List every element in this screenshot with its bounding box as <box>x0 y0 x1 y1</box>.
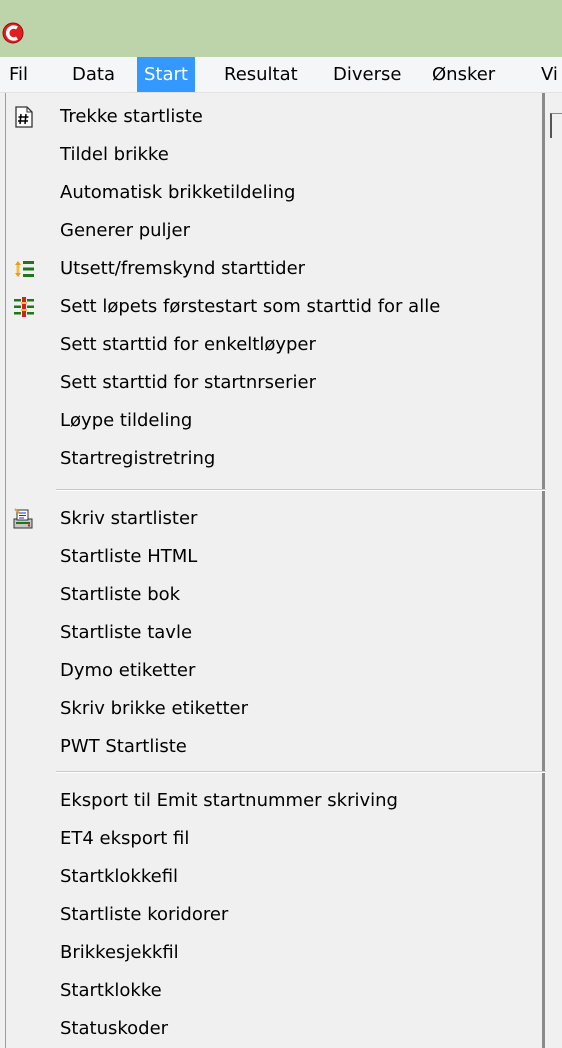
menu-item-label: Startklokke <box>60 980 162 1001</box>
menu-diverse[interactable]: Diverse <box>326 57 408 92</box>
menu-item-startklokke[interactable]: Startklokke <box>6 972 540 1010</box>
menu-item-label: Generer puljer <box>60 220 191 241</box>
menu-item-skriv-brikke-etiketter[interactable]: Skriv brikke etiketter <box>6 690 540 728</box>
menu-vi[interactable]: Vi <box>534 57 562 92</box>
menu-item-brikkesjekkfil[interactable]: Brikkesjekkfil <box>6 934 540 972</box>
app-logo-icon[interactable] <box>2 22 24 44</box>
menu-item-utsett-fremskynd[interactable]: Utsett/fremskynd starttider <box>6 250 540 288</box>
background-window <box>545 93 562 1048</box>
first-start-icon <box>14 297 34 317</box>
menu-item-label: PWT Startliste <box>60 736 187 757</box>
menu-item-label: Startliste HTML <box>60 546 198 567</box>
menu-item-label: Brikkesjekkfil <box>60 942 179 963</box>
menu-item-label: Utsett/fremskynd starttider <box>60 258 306 279</box>
hash-document-icon <box>15 106 33 128</box>
menu-item-automatisk-brikketildeling[interactable]: Automatisk brikketildeling <box>6 174 540 212</box>
menu-item-sett-starttid-startnrserier[interactable]: Sett starttid for startnrserier <box>6 364 540 402</box>
menu-item-tildel-brikke[interactable]: Tildel brikke <box>6 136 540 174</box>
menu-item-label: Tildel brikke <box>60 144 169 165</box>
menu-item-loype-tildeling[interactable]: Løype tildeling <box>6 402 540 440</box>
menu-item-sett-forstestart[interactable]: Sett løpets førstestart som starttid for… <box>6 288 540 326</box>
menu-item-label: Løype tildeling <box>60 410 193 431</box>
menu-item-label: Trekke startliste <box>60 106 203 127</box>
menu-item-statuskoder[interactable]: Statuskoder <box>6 1010 540 1048</box>
menu-item-label: Startliste bok <box>60 584 181 605</box>
menu-data[interactable]: Data <box>65 57 122 92</box>
menu-onsker[interactable]: Ønsker <box>425 57 502 92</box>
menu-item-label: Sett starttid for enkeltløyper <box>60 334 316 355</box>
menu-separator <box>56 489 546 491</box>
menu-item-generer-puljer[interactable]: Generer puljer <box>6 212 540 250</box>
menu-item-label: Startliste tavle <box>60 622 193 643</box>
menu-item-label: ET4 eksport fil <box>60 828 190 849</box>
menu-fil[interactable]: Fil <box>2 57 35 92</box>
menu-item-startliste-html[interactable]: Startliste HTML <box>6 538 540 576</box>
menu-item-dymo-etiketter[interactable]: Dymo etiketter <box>6 652 540 690</box>
menu-bar: Fil Data Start Resultat Diverse Ønsker V… <box>0 57 562 93</box>
menu-item-startklokkefil[interactable]: Startklokkefil <box>6 858 540 896</box>
menu-separator <box>56 771 546 773</box>
menu-item-startregistretring[interactable]: Startregistretring <box>6 440 540 478</box>
menu-item-label: Statuskoder <box>60 1018 169 1039</box>
menu-item-label: Automatisk brikketildeling <box>60 182 296 203</box>
menu-item-startliste-tavle[interactable]: Startliste tavle <box>6 614 540 652</box>
menu-item-label: Skriv startlister <box>60 508 198 529</box>
background-control <box>550 113 562 138</box>
menu-item-startliste-koridorer[interactable]: Startliste koridorer <box>6 896 540 934</box>
menu-item-eksport-emit[interactable]: Eksport til Emit startnummer skriving <box>6 782 540 820</box>
menu-item-label: Startregistretring <box>60 448 216 469</box>
menu-item-label: Startklokkefil <box>60 866 179 887</box>
menu-item-skriv-startlister[interactable]: Skriv startlister <box>6 500 540 538</box>
start-dropdown-menu: Trekke startliste Tildel brikke Automati… <box>5 93 546 1048</box>
menu-item-label: Sett løpets førstestart som starttid for… <box>60 296 441 317</box>
menu-item-label: Startliste koridorer <box>60 904 229 925</box>
shift-times-icon <box>15 261 34 277</box>
menu-item-sett-starttid-enkeltloyper[interactable]: Sett starttid for enkeltløyper <box>6 326 540 364</box>
menu-resultat[interactable]: Resultat <box>217 57 305 92</box>
menu-start[interactable]: Start <box>137 57 195 92</box>
menu-item-et4-eksport[interactable]: ET4 eksport fil <box>6 820 540 858</box>
print-list-icon <box>13 508 33 529</box>
title-bar <box>0 0 562 57</box>
menu-item-trekke-startliste[interactable]: Trekke startliste <box>6 98 540 136</box>
menu-item-label: Skriv brikke etiketter <box>60 698 249 719</box>
menu-item-pwt-startliste[interactable]: PWT Startliste <box>6 728 540 766</box>
menu-item-label: Eksport til Emit startnummer skriving <box>60 790 398 811</box>
menu-item-label: Sett starttid for startnrserier <box>60 372 316 393</box>
menu-item-label: Dymo etiketter <box>60 660 196 681</box>
menu-item-startliste-bok[interactable]: Startliste bok <box>6 576 540 614</box>
